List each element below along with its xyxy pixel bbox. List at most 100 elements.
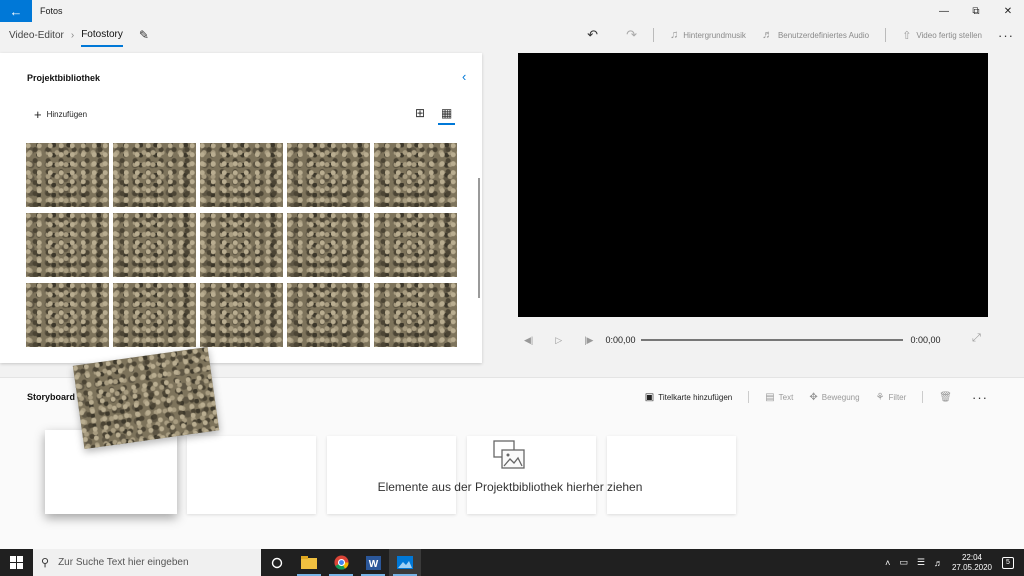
- library-scrollbar[interactable]: [478, 178, 480, 298]
- motion-label: Bewegung: [821, 392, 860, 402]
- previous-frame-button[interactable]: ◀|: [524, 335, 533, 346]
- text-button[interactable]: ▤ Text: [765, 392, 793, 403]
- media-thumbnail[interactable]: [200, 283, 283, 347]
- redo-button[interactable]: ↷: [626, 27, 637, 43]
- more-dots-icon: ···: [972, 389, 988, 405]
- title-card-icon: ▣: [644, 391, 655, 403]
- media-thumbnail[interactable]: [287, 283, 370, 347]
- media-thumbnail[interactable]: [287, 143, 370, 207]
- word-icon: W: [365, 555, 381, 570]
- undo-button[interactable]: ↶: [587, 27, 598, 43]
- network-icon[interactable]: ☰: [917, 557, 925, 568]
- breadcrumb-fotostory[interactable]: Fotostory: [81, 29, 123, 47]
- filter-button[interactable]: ⚘ Filter: [876, 392, 907, 403]
- media-thumbnail[interactable]: [113, 213, 196, 277]
- move-icon: ✥: [809, 391, 818, 403]
- file-explorer-button[interactable]: [293, 549, 325, 576]
- delete-button[interactable]: 🗑: [939, 392, 956, 403]
- chevron-up-icon[interactable]: ˄: [885, 558, 890, 568]
- task-view-icon: [271, 557, 283, 568]
- seek-bar[interactable]: [641, 339, 904, 341]
- close-icon: ✕: [1003, 5, 1013, 17]
- background-music-button[interactable]: ♫ Hintergrundmusik: [670, 29, 746, 41]
- text-label: Text: [778, 392, 794, 402]
- add-title-card-button[interactable]: ▣ Titelkarte hinzufügen: [645, 392, 732, 403]
- add-title-card-label: Titelkarte hinzufügen: [658, 392, 733, 402]
- word-button[interactable]: W: [357, 549, 389, 576]
- storyboard-slot[interactable]: [187, 436, 316, 514]
- text-icon: ▤: [765, 391, 775, 403]
- storyboard-slot[interactable]: [607, 436, 736, 514]
- undo-icon: ↶: [587, 27, 599, 42]
- clock-date: 27.05.2020: [951, 562, 992, 572]
- toolbar-divider: [652, 28, 654, 42]
- next-frame-button[interactable]: |▶: [584, 335, 593, 346]
- taskbar: ⚲ Zur Suche Text hier eingeben W ˄ ▭ ☰ ♬…: [0, 549, 1024, 576]
- chevron-right-icon: ›: [70, 29, 75, 41]
- custom-audio-button[interactable]: ♬ Benutzerdefiniertes Audio: [762, 29, 869, 41]
- video-preview[interactable]: [518, 53, 988, 317]
- grid-small-icon: ▦: [441, 106, 453, 120]
- arrow-left-icon: ←: [9, 3, 23, 19]
- restore-button[interactable]: ⧉: [960, 0, 992, 22]
- add-media-button[interactable]: + Hinzufügen: [34, 107, 87, 122]
- photos-app-button[interactable]: [389, 549, 421, 576]
- windows-logo-icon: [10, 556, 23, 569]
- finish-video-label: Video fertig stellen: [916, 30, 982, 40]
- add-media-label: Hinzufügen: [46, 110, 88, 119]
- media-thumbnail[interactable]: [200, 143, 283, 207]
- media-thumbnail[interactable]: [374, 143, 457, 207]
- media-thumbnail[interactable]: [374, 283, 457, 347]
- chrome-button[interactable]: [325, 549, 357, 576]
- title-bar: ← Fotos — ⧉ ✕: [0, 0, 1024, 22]
- volume-icon[interactable]: ♬: [934, 558, 943, 568]
- expand-icon: ⤢: [972, 332, 981, 344]
- filter-icon: ⚘: [875, 391, 885, 403]
- storyboard-slot[interactable]: [467, 436, 596, 514]
- close-button[interactable]: ✕: [992, 0, 1024, 22]
- media-thumbnail[interactable]: [26, 213, 109, 277]
- play-icon: ▷: [555, 334, 563, 345]
- skip-back-icon: ◀|: [524, 334, 534, 345]
- grid-large-icon: ⊞: [415, 106, 426, 120]
- more-dots-icon: ···: [998, 27, 1014, 43]
- filter-label: Filter: [888, 392, 907, 402]
- skip-forward-icon: |▶: [584, 334, 594, 345]
- media-thumbnail[interactable]: [113, 283, 196, 347]
- media-thumbnail[interactable]: [26, 143, 109, 207]
- total-time: 0:00,00: [910, 335, 941, 345]
- media-thumbnail[interactable]: [26, 283, 109, 347]
- command-bar: Video-Editor › Fotostory ✎ ↶ ↷ ♫ Hinterg…: [0, 22, 1024, 48]
- start-button[interactable]: [0, 549, 33, 576]
- storyboard-slot[interactable]: [327, 436, 456, 514]
- storyboard-toolbar: ▣ Titelkarte hinzufügen ▤ Text ✥ Bewegun…: [645, 388, 1024, 406]
- more-options-button[interactable]: ···: [998, 28, 1014, 43]
- library-title: Projektbibliothek: [27, 73, 101, 83]
- notification-center-button[interactable]: 5: [1002, 556, 1014, 569]
- media-thumbnail[interactable]: [200, 213, 283, 277]
- breadcrumb-video-editor[interactable]: Video-Editor: [9, 30, 64, 41]
- play-button[interactable]: ▷: [555, 335, 562, 346]
- media-thumbnail[interactable]: [374, 213, 457, 277]
- rename-button[interactable]: ✎: [139, 28, 149, 42]
- minimize-button[interactable]: —: [928, 0, 960, 22]
- search-icon: ⚲: [41, 557, 50, 569]
- storyboard-more-button[interactable]: ···: [972, 390, 988, 405]
- media-thumbnail[interactable]: [113, 143, 196, 207]
- media-thumbnail[interactable]: [287, 213, 370, 277]
- fullscreen-button[interactable]: ⤢: [972, 332, 981, 345]
- finish-video-button[interactable]: ⇧ Video fertig stellen: [902, 29, 982, 42]
- toolbar-divider: [885, 28, 887, 42]
- taskbar-search[interactable]: ⚲ Zur Suche Text hier eingeben: [33, 549, 261, 576]
- back-button[interactable]: ←: [0, 0, 32, 22]
- plus-icon: +: [34, 107, 42, 122]
- motion-button[interactable]: ✥ Bewegung: [809, 392, 859, 403]
- small-grid-view-button[interactable]: ▦: [437, 106, 456, 125]
- custom-audio-label: Benutzerdefiniertes Audio: [777, 30, 870, 40]
- collapse-library-button[interactable]: ‹: [462, 69, 466, 84]
- battery-icon[interactable]: ▭: [899, 557, 908, 568]
- drop-hint-text: Elemente aus der Projektbibliothek hierh…: [377, 480, 643, 494]
- clock[interactable]: 22:04 27.05.2020: [952, 553, 992, 573]
- large-grid-view-button[interactable]: ⊞: [415, 106, 425, 120]
- task-view-button[interactable]: [261, 549, 293, 576]
